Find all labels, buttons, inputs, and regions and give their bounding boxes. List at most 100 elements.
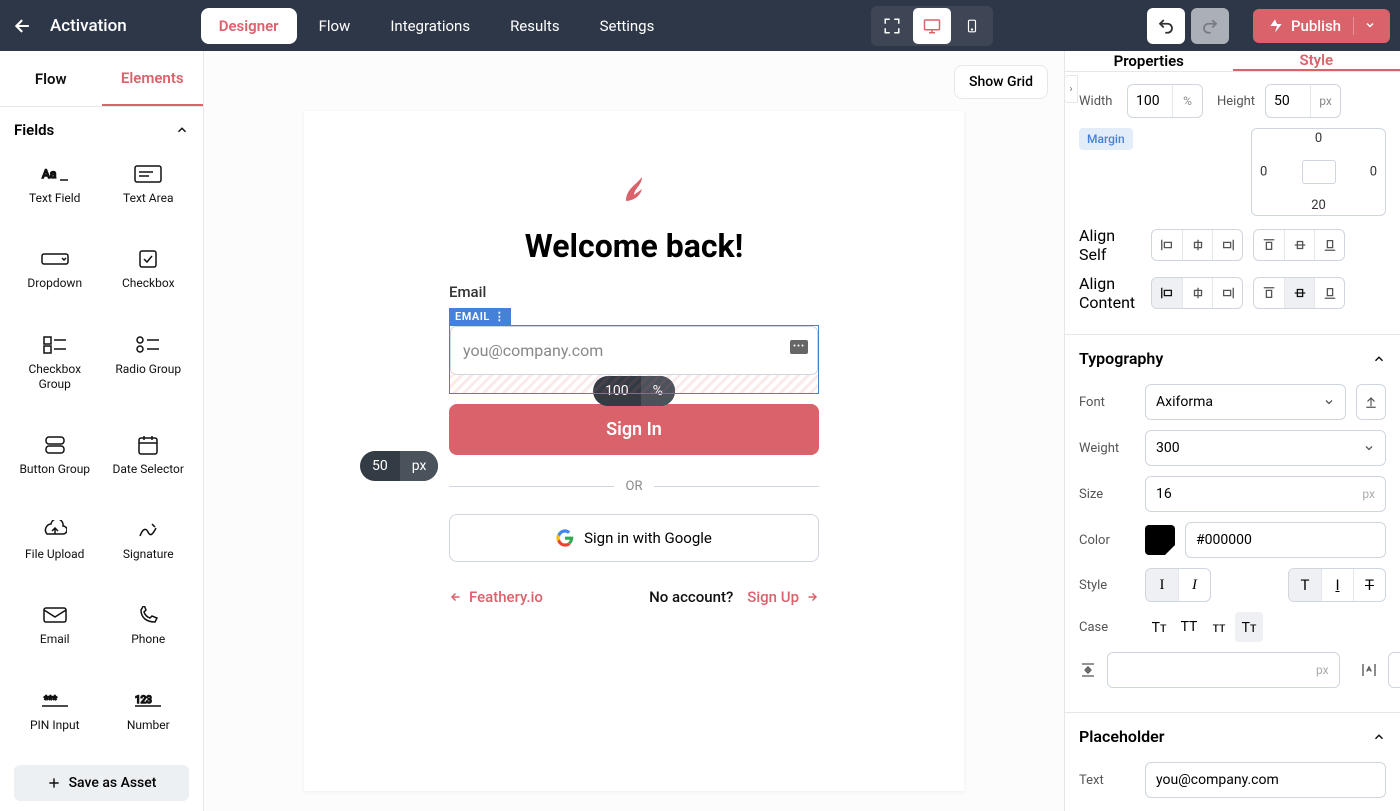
email-icon [40, 604, 70, 626]
margin-indicator [450, 375, 818, 393]
font-upload-button[interactable] [1356, 384, 1386, 420]
height-input[interactable]: px [1265, 84, 1341, 118]
tab-settings[interactable]: Settings [582, 8, 673, 44]
width-input[interactable]: % [1127, 84, 1203, 118]
content-bottom-icon [1314, 278, 1344, 308]
case-upper-icon: TT [1175, 612, 1203, 642]
chevron-up-icon [175, 123, 189, 137]
redo-button[interactable] [1191, 8, 1229, 44]
size-label: Size [1079, 487, 1135, 502]
checkbox-icon [133, 248, 163, 270]
align-self-horizontal[interactable] [1151, 229, 1243, 261]
italic-style-icon: I [1178, 569, 1210, 601]
field-phone[interactable]: Phone [102, 596, 196, 669]
tab-integrations[interactable]: Integrations [372, 8, 488, 44]
margin-editor[interactable]: 0 0 0 20 [1251, 128, 1386, 216]
plus-icon [47, 776, 61, 790]
content-middle-icon [1284, 278, 1314, 308]
align-content-vertical[interactable] [1253, 277, 1345, 309]
selected-element-tag[interactable]: EMAIL⋮ [449, 308, 511, 325]
no-deco-icon: T [1289, 569, 1321, 601]
form-canvas[interactable]: Welcome back! 100% Email EMAIL⋮ you@comp… [304, 111, 964, 791]
tab-designer[interactable]: Designer [201, 8, 297, 44]
decoration-group[interactable]: T I T [1288, 568, 1386, 602]
field-date-selector[interactable]: Date Selector [102, 426, 196, 499]
field-pin-input[interactable]: ***PIN Input [8, 682, 102, 755]
email-label: Email [449, 283, 819, 301]
tab-flow[interactable]: Flow [301, 8, 369, 44]
tab-results[interactable]: Results [492, 8, 578, 44]
case-group[interactable]: Tᴛ TT ᴛᴛ Tᴛ [1145, 612, 1263, 642]
weight-select[interactable]: 300 [1145, 430, 1386, 466]
size-input[interactable]: px [1145, 476, 1386, 512]
phone-icon [133, 604, 163, 626]
or-divider: OR [449, 479, 819, 494]
back-button[interactable] [10, 13, 36, 39]
case-lower-icon: ᴛᴛ [1205, 612, 1233, 642]
field-checkbox[interactable]: Checkbox [102, 240, 196, 313]
width-label: Width [1079, 94, 1119, 109]
field-checkbox-group[interactable]: Checkbox Group [8, 326, 102, 414]
device-desktop-icon[interactable] [913, 8, 951, 44]
text-style-label: Style [1079, 578, 1135, 593]
field-dropdown[interactable]: Dropdown [8, 240, 102, 313]
placeholder-text-input[interactable] [1145, 762, 1386, 798]
left-tab-elements[interactable]: Elements [102, 51, 204, 106]
chevron-up-icon [1372, 730, 1386, 744]
signin-button[interactable]: Sign In [449, 404, 819, 455]
left-tab-flow[interactable]: Flow [0, 51, 102, 106]
align-content-horizontal[interactable] [1151, 277, 1243, 309]
right-tab-style[interactable]: Style [1233, 51, 1400, 71]
email-input[interactable]: you@company.com [450, 326, 818, 375]
fields-section-header[interactable]: Fields [0, 107, 203, 149]
align-self-vertical[interactable] [1253, 229, 1345, 261]
align-self-label: Align Self [1079, 226, 1141, 264]
align-left-icon [1152, 230, 1182, 260]
page-title: Activation [50, 16, 127, 36]
save-asset-button[interactable]: Save as Asset [14, 765, 189, 801]
show-grid-button[interactable]: Show Grid [954, 65, 1048, 99]
color-swatch[interactable] [1145, 525, 1175, 555]
feathery-link[interactable]: Feathery.io [449, 588, 543, 606]
signup-link[interactable]: Sign Up [747, 588, 819, 606]
color-input[interactable] [1185, 522, 1386, 558]
font-style-group[interactable]: I I [1145, 568, 1211, 602]
case-label: Case [1079, 620, 1135, 635]
arrow-left-icon [449, 591, 463, 603]
field-text-area[interactable]: Text Area [102, 155, 196, 228]
height-badge: 50px [360, 451, 438, 481]
field-signature[interactable]: Signature [102, 511, 196, 584]
text-area-icon [133, 163, 163, 185]
right-tab-properties[interactable]: Properties [1065, 51, 1233, 71]
line-height-icon [1079, 661, 1097, 679]
logo-icon [622, 171, 646, 207]
case-none-icon: Tᴛ [1235, 612, 1263, 642]
undo-button[interactable] [1147, 8, 1185, 44]
line-height-input[interactable]: px [1107, 652, 1340, 688]
field-text-field[interactable]: AaText Field [8, 155, 102, 228]
letter-spacing-input[interactable]: px [1388, 652, 1400, 688]
dropdown-icon [40, 248, 70, 270]
weight-label: Weight [1079, 441, 1135, 456]
device-mobile-icon[interactable] [953, 8, 991, 44]
typography-header[interactable]: Typography [1065, 335, 1400, 378]
chevron-up-icon [1372, 352, 1386, 366]
email-field-selected[interactable]: you@company.com ••• [449, 325, 819, 394]
placeholder-header[interactable]: Placeholder [1065, 713, 1400, 756]
publish-button[interactable]: Publish [1253, 9, 1390, 43]
signature-icon [133, 519, 163, 541]
field-number[interactable]: 123Number [102, 682, 196, 755]
text-field-icon: Aa [40, 163, 70, 185]
google-signin-button[interactable]: Sign in with Google [449, 514, 819, 562]
collapse-right-icon[interactable]: › [1064, 75, 1078, 103]
device-fullscreen-icon[interactable] [873, 8, 911, 44]
chevron-down-icon [1353, 17, 1376, 35]
field-menu-icon[interactable]: ••• [790, 340, 808, 354]
field-radio-group[interactable]: Radio Group [102, 326, 196, 414]
field-email[interactable]: Email [8, 596, 102, 669]
justify-left-icon [1152, 278, 1182, 308]
field-button-group[interactable]: Button Group [8, 426, 102, 499]
font-select[interactable]: Axiforma [1145, 384, 1346, 420]
field-file-upload[interactable]: File Upload [8, 511, 102, 584]
no-account-text: No account? [649, 588, 733, 606]
